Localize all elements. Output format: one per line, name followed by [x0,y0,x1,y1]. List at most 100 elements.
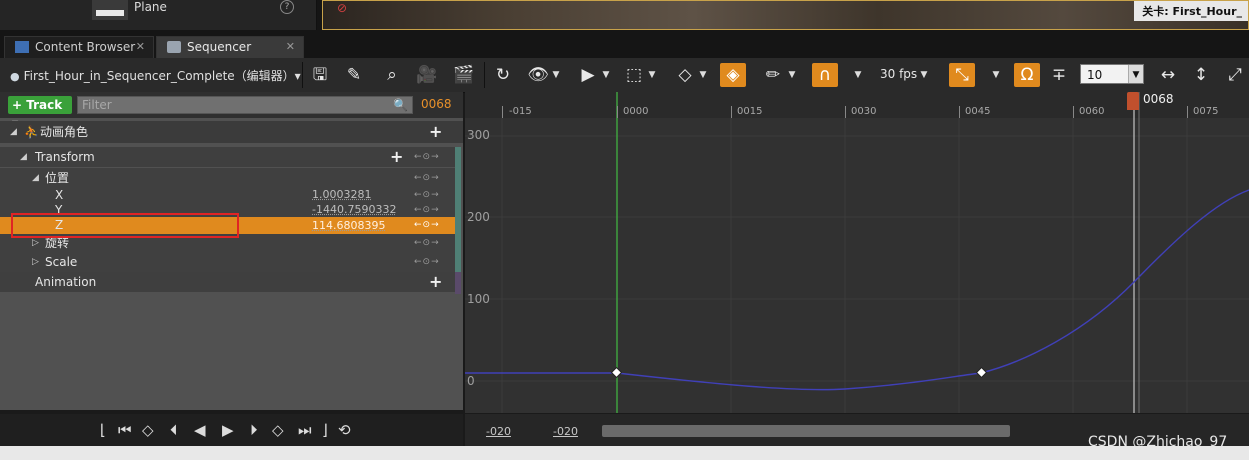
track-label: Transform [35,150,95,164]
snap-value-select[interactable]: 10 ▼ [1080,64,1144,84]
ruler-tick-label: 0000 [623,106,649,117]
fit-vertical-icon[interactable]: ↕ [1188,63,1214,87]
sequencer-icon [167,41,181,53]
plane-thumbnail [92,0,128,20]
chevron-down-icon[interactable]: ▼ [550,63,562,87]
jump-to-end-icon[interactable]: ⌋ [322,421,328,439]
track-row-transform[interactable]: ◢ Transform + ←⊙→ [0,147,455,167]
camera-icon[interactable]: 🎥 [414,63,440,87]
collapse-triangle-icon[interactable]: ◢ [10,121,17,143]
jump-to-previous-key-icon[interactable]: ⏮ [118,421,132,439]
ruler-tick-label: 0045 [965,106,991,117]
add-icon[interactable]: + [429,121,442,143]
chevron-down-icon[interactable]: ▼ [786,63,798,87]
outliner-item-plane[interactable]: Plane [134,0,167,14]
add-track-button[interactable]: + Track ▾ [8,96,72,130]
step-forward-icon[interactable]: ⏵ [250,421,258,439]
search-icon[interactable]: 🔍 [393,97,408,113]
edit-icon[interactable]: ✎ [341,63,367,87]
next-key-icon[interactable]: ◇ [272,421,284,439]
filter-input[interactable]: Filter 🔍 [77,96,413,114]
stop-icon[interactable]: ⊘ [337,1,347,15]
y-axis-label: 200 [467,210,490,224]
loop-icon[interactable]: ⟲ [338,421,351,439]
track-row-scale[interactable]: ▷ Scale ←⊙→ [0,252,455,272]
level-viewport[interactable]: ⊘ 关卡: First_Hour_ [322,0,1249,30]
chevron-down-icon[interactable]: ▼ [697,63,709,87]
ruler-tick [502,106,503,118]
ruler-tick-label: 0015 [737,106,763,117]
chevron-down-icon[interactable]: ▼ [918,63,930,87]
selection-icon[interactable]: ⬚ [621,63,647,87]
key-navigation-icon[interactable]: ←⊙→ [414,252,440,272]
play-reverse-icon[interactable]: ◀ [194,421,206,439]
track-row-actor[interactable]: ◢ ⛹ 动画角色 + [0,121,463,143]
find-icon[interactable]: ⌕ [379,63,405,87]
timeline-scrollbar[interactable] [602,425,1010,437]
collapse-triangle-icon[interactable]: ◢ [32,168,39,188]
render-movie-icon[interactable]: 🎬 [451,63,477,87]
auto-key-icon[interactable]: ◈ [720,63,746,87]
curve-graph[interactable] [465,92,1249,413]
chevron-down-icon[interactable]: ▼ [852,63,864,87]
add-icon[interactable]: + [390,147,403,167]
key-navigation-icon[interactable]: ←⊙→ [414,234,440,252]
track-row-animation[interactable]: Animation + [0,272,455,292]
snap-magnet-icon[interactable]: ∩ [812,63,838,87]
value-snap-icon[interactable]: ∓ [1046,63,1072,87]
key-navigation-icon[interactable]: ←⊙→ [414,217,440,234]
add-icon[interactable]: + [429,272,442,292]
current-frame[interactable]: 0068 [421,97,452,111]
play-options-icon[interactable]: ▶ [575,63,601,87]
close-icon[interactable]: ✕ [136,37,145,57]
snap-curve-icon[interactable]: Ω [1014,63,1040,87]
track-color-strip [455,272,461,294]
chevron-down-icon[interactable]: ▼ [600,63,612,87]
z-curve[interactable] [465,189,1249,391]
curve-editor-icon[interactable]: ⤡ [949,63,975,87]
view-end-field[interactable]: -020 [553,425,578,438]
playhead-handle[interactable] [1127,92,1139,110]
fps-dropdown[interactable]: 30 fps [880,67,917,81]
keyframe-diamond[interactable] [610,366,623,379]
play-icon[interactable]: ▶ [222,421,234,439]
key-navigation-icon[interactable]: ←⊙→ [414,168,440,188]
chevron-down-icon[interactable]: ▼ [990,63,1002,87]
chevron-down-icon[interactable]: ▼ [646,63,658,87]
outliner-panel: Plane ? [0,0,317,30]
tab-label: Content Browser [35,40,136,54]
sequence-name-dropdown[interactable]: First_Hour_in_Sequencer_Complete（编辑器）▾ [10,67,301,84]
key-navigation-icon[interactable]: ←⊙→ [414,147,440,167]
tab-content-browser[interactable]: Content Browser ✕ [4,36,154,58]
chevron-down-icon[interactable]: ▼ [1128,65,1143,83]
track-label: 位置 [45,171,70,185]
help-icon[interactable]: ? [280,0,294,14]
jump-to-next-key-icon[interactable]: ⏭ [298,421,312,439]
taskbar-strip [0,446,1249,460]
visibility-icon[interactable]: 👁 [525,63,551,87]
restore-state-icon[interactable]: ↻ [490,63,516,87]
jump-to-start-icon[interactable]: ⌊ [100,421,106,439]
fit-horizontal-icon[interactable]: ↔ [1155,63,1181,87]
channel-value-z[interactable]: 114.6808395 [312,217,385,234]
ruler-tick [1073,106,1074,118]
close-icon[interactable]: ✕ [286,37,295,57]
step-back-icon[interactable]: ⏴ [170,421,178,439]
fit-all-icon[interactable]: ⤢ [1222,63,1248,87]
collapse-triangle-icon[interactable]: ◢ [20,147,27,167]
view-start-field[interactable]: -020 [486,425,511,438]
track-label: 动画角色 [40,125,89,139]
previous-key-icon[interactable]: ◇ [142,421,154,439]
brush-icon[interactable]: ✏ [760,63,786,87]
keyframe-diamond[interactable] [975,366,988,379]
ruler-tick [617,106,618,118]
y-axis-label: 0 [467,374,475,388]
expand-triangle-icon[interactable]: ▷ [32,252,39,272]
save-icon[interactable]: 🖫 [307,63,333,87]
key-icon[interactable]: ◇ [672,63,698,87]
track-row-location[interactable]: ◢ 位置 ←⊙→ [0,168,455,188]
y-axis-label: 100 [467,292,490,306]
tab-sequencer[interactable]: Sequencer ✕ [156,36,304,58]
tab-label: Sequencer [187,40,252,54]
track-color-strip [455,147,461,272]
